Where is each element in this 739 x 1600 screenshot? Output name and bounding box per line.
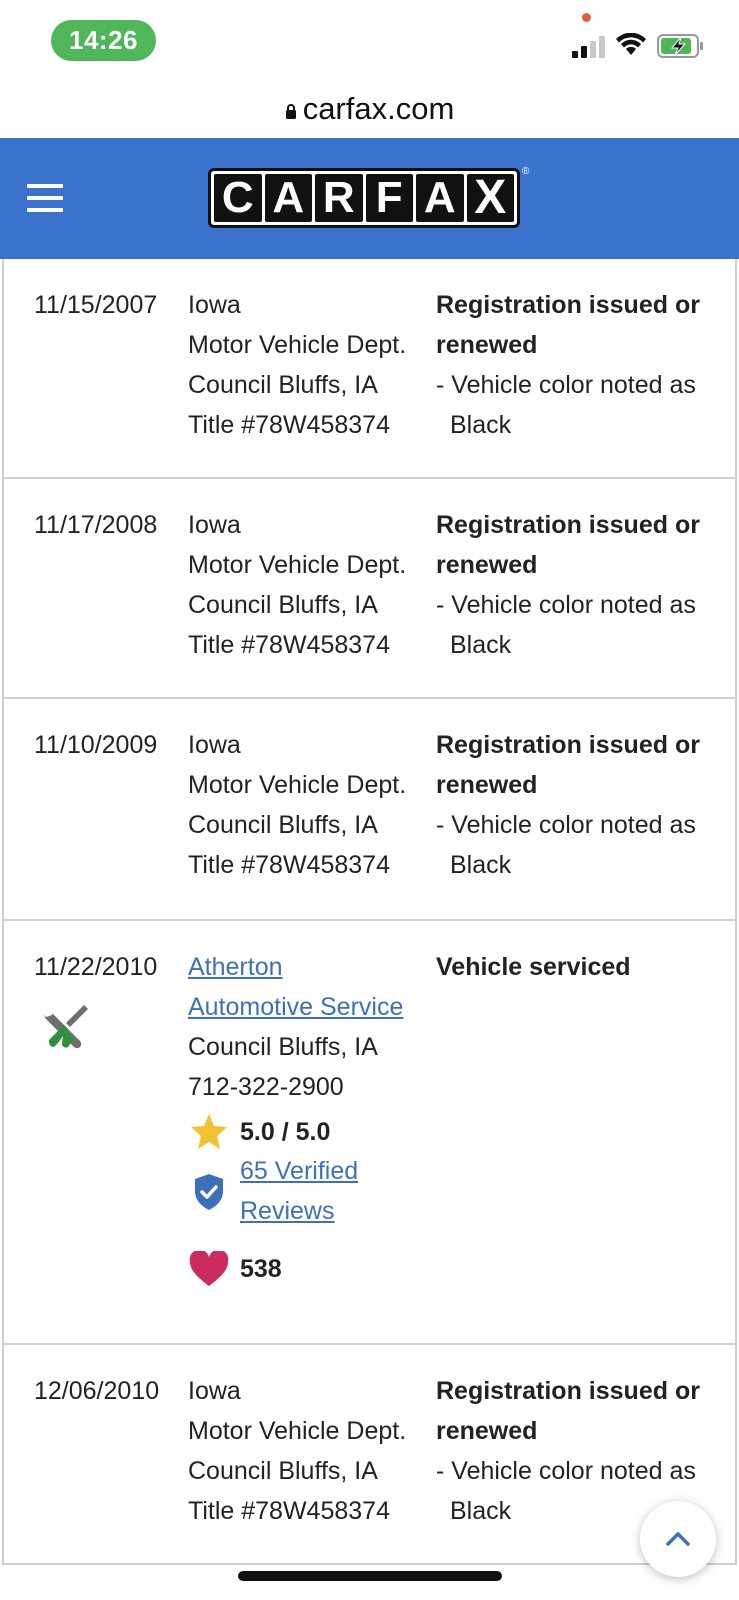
- battery-charging-icon: [657, 34, 703, 58]
- record-comments: Registration issued or renewed - Vehicle…: [436, 285, 726, 445]
- logo-letter: R: [315, 173, 363, 222]
- history-record: 11/10/2009 Iowa Motor Vehicle Dept. Coun…: [2, 699, 737, 921]
- home-indicator: [238, 1571, 502, 1581]
- site-header: C A R F A X ®: [0, 138, 739, 259]
- record-source: Iowa Motor Vehicle Dept. Council Bluffs,…: [188, 725, 428, 885]
- verified-shield-icon: [188, 1171, 230, 1213]
- logo-letter: X: [466, 174, 514, 222]
- source-line: Council Bluffs, IA: [188, 811, 378, 839]
- source-line: Iowa: [188, 511, 241, 539]
- verified-reviews-link[interactable]: 65 Verified Reviews: [240, 1151, 358, 1231]
- logo-letter: A: [416, 173, 464, 222]
- signal-icon: [572, 36, 605, 58]
- source-line: Council Bluffs, IA: [188, 1457, 378, 1485]
- history-record: 12/06/2010 Iowa Motor Vehicle Dept. Coun…: [2, 1345, 737, 1565]
- history-records: 11/15/2007 Iowa Motor Vehicle Dept. Coun…: [2, 259, 737, 1565]
- record-source: Iowa Motor Vehicle Dept. Council Bluffs,…: [188, 285, 428, 445]
- source-line: Motor Vehicle Dept.: [188, 551, 407, 579]
- source-line: Motor Vehicle Dept.: [188, 1417, 407, 1445]
- url-bar[interactable]: carfax.com: [0, 80, 739, 138]
- source-line: Title #78W458374: [188, 1497, 390, 1525]
- verified-reviews-row: 65 Verified Reviews: [188, 1151, 358, 1231]
- record-headline: Vehicle serviced: [436, 953, 631, 981]
- history-record: 11/15/2007 Iowa Motor Vehicle Dept. Coun…: [2, 259, 737, 479]
- heart-icon: [188, 1248, 230, 1290]
- record-detail: - Vehicle color noted as Black: [436, 371, 696, 439]
- record-source: Atherton Automotive Service Council Bluf…: [188, 947, 428, 1107]
- record-source: Iowa Motor Vehicle Dept. Council Bluffs,…: [188, 1371, 428, 1531]
- source-line: Iowa: [188, 291, 241, 319]
- record-comments: Vehicle serviced: [436, 947, 726, 987]
- source-line: Council Bluffs, IA: [188, 371, 378, 399]
- reviews-link-line[interactable]: Reviews: [240, 1191, 358, 1231]
- chevron-up-icon: [666, 1532, 690, 1546]
- star-icon: [188, 1111, 230, 1153]
- lock-icon: [285, 103, 296, 119]
- hamburger-menu-icon[interactable]: [27, 184, 63, 212]
- record-comments: Registration issued or renewed - Vehicle…: [436, 725, 726, 885]
- record-source: Iowa Motor Vehicle Dept. Council Bluffs,…: [188, 505, 428, 665]
- source-line: Title #78W458374: [188, 851, 390, 879]
- record-date: 11/15/2007: [34, 291, 158, 319]
- history-record-service: 11/22/2010 Atherton Automotive Service C…: [2, 921, 737, 1345]
- record-headline: Registration issued or renewed: [436, 1377, 700, 1445]
- record-date: 11/10/2009: [34, 731, 158, 759]
- source-line: Iowa: [188, 1377, 241, 1405]
- registered-mark: ®: [522, 166, 530, 177]
- service-shop-link[interactable]: Automotive Service: [188, 987, 428, 1027]
- url-text: carfax.com: [302, 91, 455, 126]
- record-date: 12/06/2010: [34, 1377, 160, 1405]
- logo-letter: A: [264, 173, 312, 222]
- record-date: 11/17/2008: [34, 511, 158, 539]
- record-detail: - Vehicle color noted as Black: [436, 591, 696, 659]
- status-time: 14:26: [51, 20, 156, 61]
- source-line: Title #78W458374: [188, 631, 390, 659]
- record-headline: Registration issued or renewed: [436, 511, 700, 579]
- logo-letter: F: [365, 173, 413, 222]
- reviews-link-line[interactable]: 65 Verified: [240, 1151, 358, 1191]
- wrench-screwdriver-icon: [42, 1004, 88, 1049]
- carfax-logo[interactable]: C A R F A X: [208, 168, 520, 228]
- source-line: Title #78W458374: [188, 411, 390, 439]
- favorites-row: 538: [188, 1248, 282, 1290]
- source-line: Motor Vehicle Dept.: [188, 771, 407, 799]
- favorites-count: 538: [240, 1254, 282, 1283]
- source-line: Council Bluffs, IA: [188, 1033, 378, 1061]
- record-headline: Registration issued or renewed: [436, 291, 700, 359]
- scroll-to-top-button[interactable]: [640, 1501, 716, 1577]
- source-line: Council Bluffs, IA: [188, 591, 378, 619]
- record-comments: Registration issued or renewed - Vehicle…: [436, 505, 726, 665]
- source-line: 712-322-2900: [188, 1073, 344, 1101]
- source-line: Iowa: [188, 731, 241, 759]
- record-detail: - Vehicle color noted as Black: [436, 811, 696, 879]
- history-record: 11/17/2008 Iowa Motor Vehicle Dept. Coun…: [2, 479, 737, 699]
- wifi-icon: [616, 33, 646, 55]
- rating-row: 5.0 / 5.0: [188, 1111, 330, 1153]
- record-date: 11/22/2010: [34, 953, 158, 981]
- rating-value: 5.0 / 5.0: [240, 1117, 331, 1146]
- service-shop-link[interactable]: Atherton: [188, 947, 428, 987]
- record-headline: Registration issued or renewed: [436, 731, 700, 799]
- logo-letter: C: [214, 173, 262, 222]
- source-line: Motor Vehicle Dept.: [188, 331, 407, 359]
- recording-dot-icon: [582, 13, 591, 22]
- status-bar: 14:26: [0, 0, 739, 80]
